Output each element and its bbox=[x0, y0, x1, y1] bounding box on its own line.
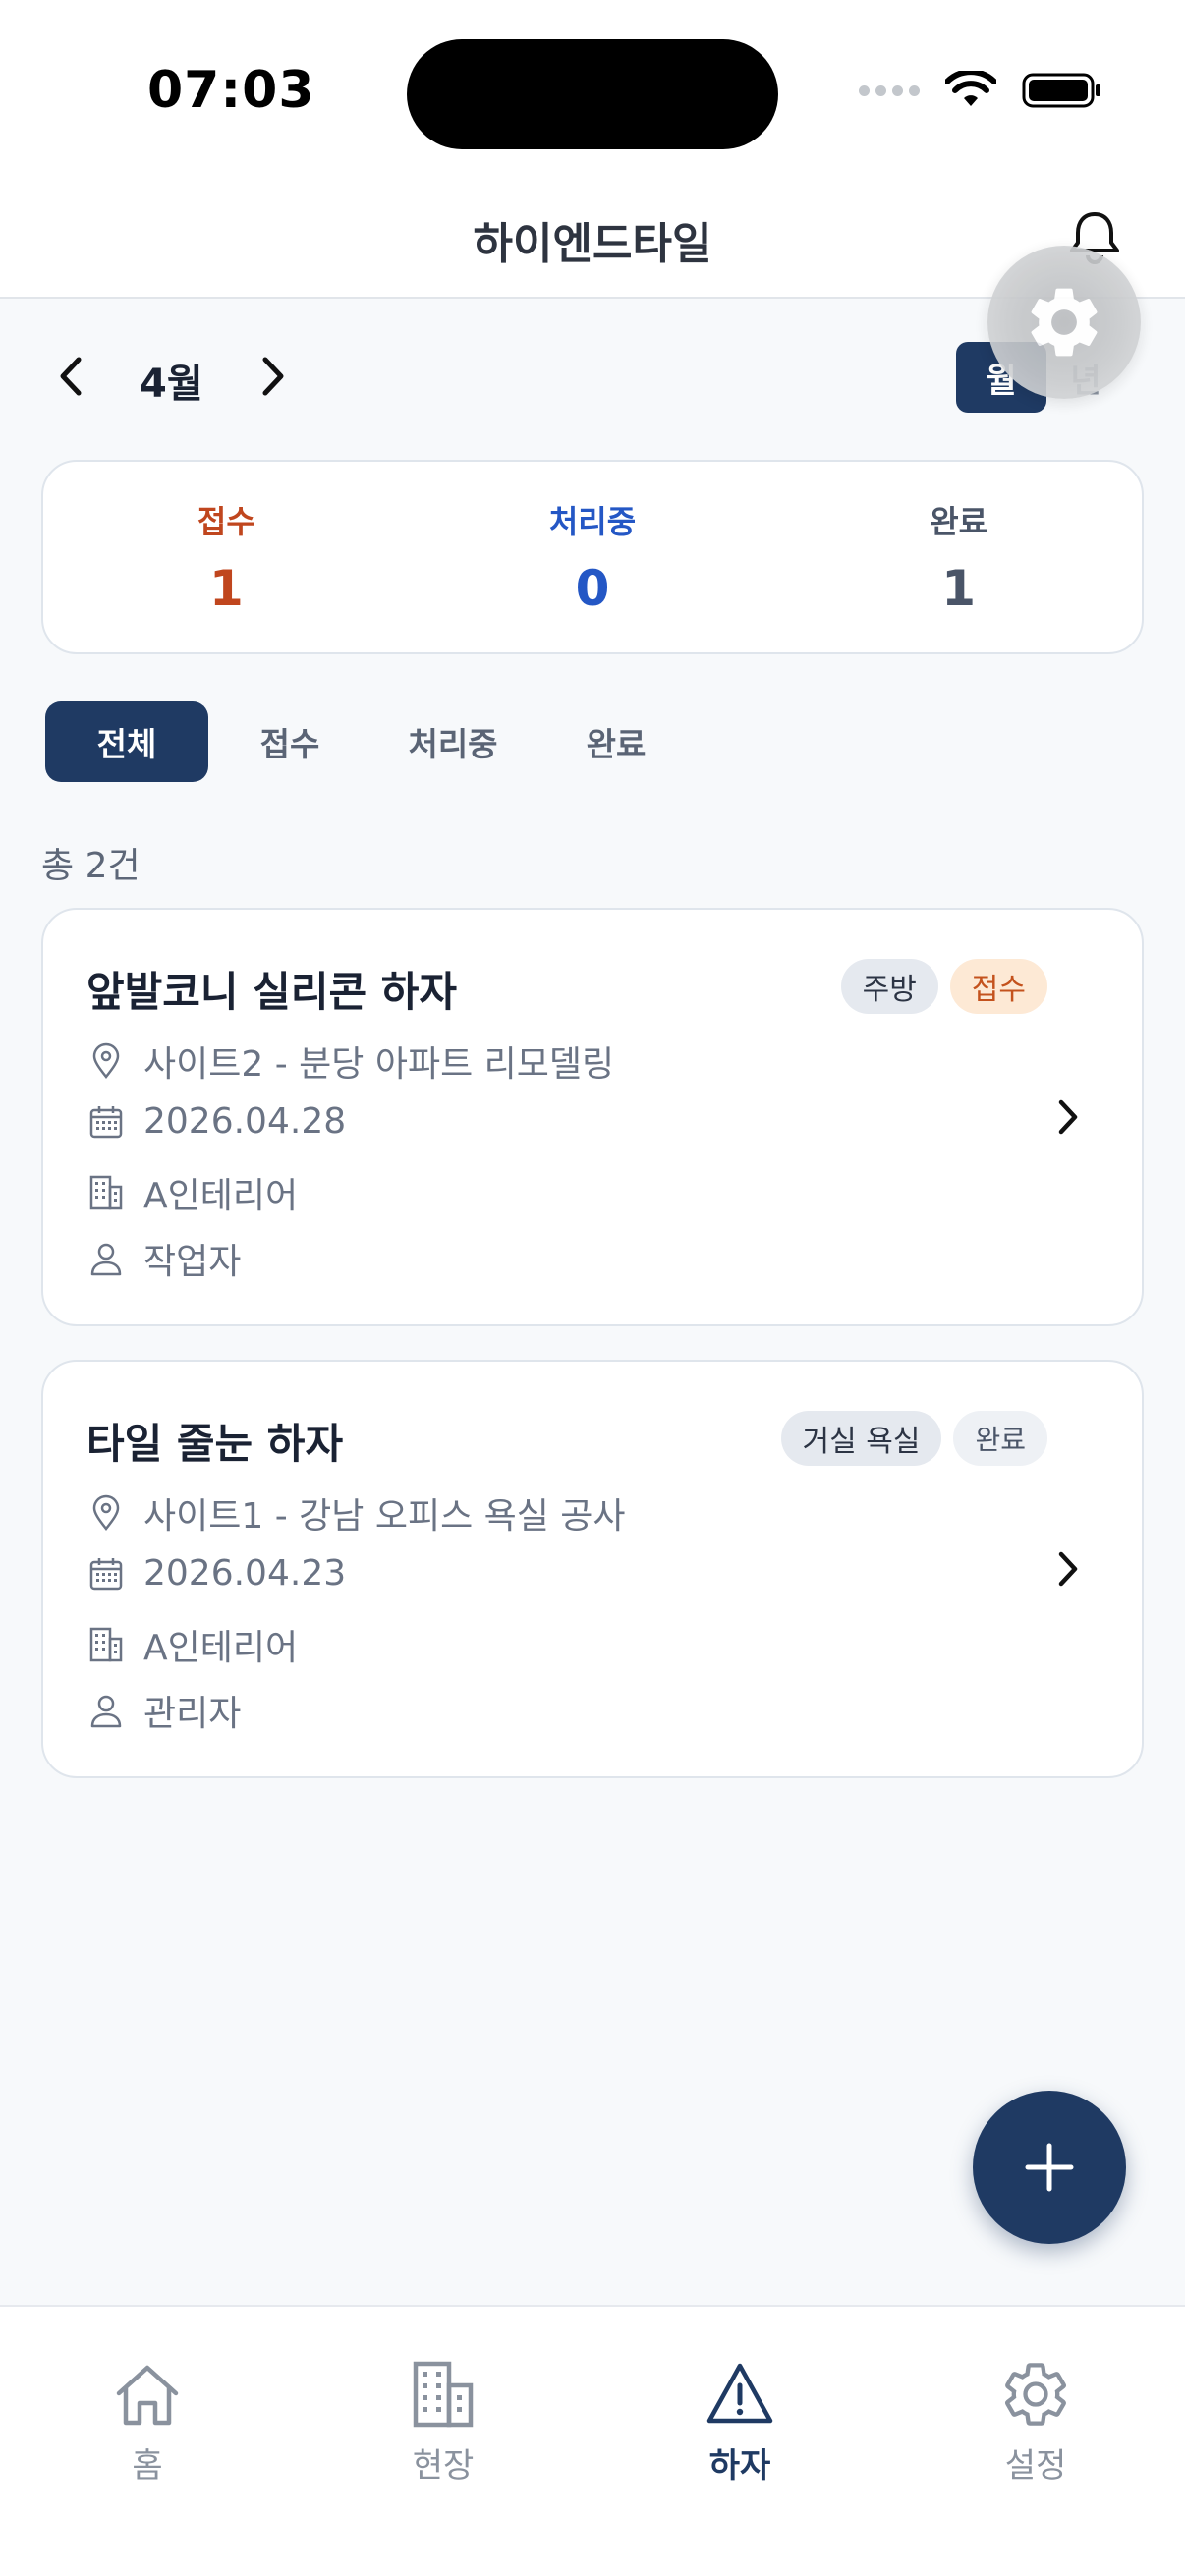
chevron-right-icon bbox=[1058, 1099, 1078, 1135]
defect-title: 앞발코니 실리콘 하자 bbox=[86, 968, 458, 1016]
summary-label: 완료 bbox=[930, 503, 988, 540]
defect-card[interactable]: 타일 줄눈 하자 거실 욕실 완료 사이트1 - 강남 오피스 욕실 공사 20… bbox=[41, 1360, 1144, 1778]
summary-done: 완료 1 bbox=[775, 462, 1142, 652]
defect-date: 2026.04.28 bbox=[143, 1101, 347, 1142]
status-bar: 07:03 bbox=[0, 0, 1185, 177]
defect-person: 관리자 bbox=[143, 1694, 242, 1734]
defect-person-row: 작업자 bbox=[86, 1233, 241, 1284]
status-summary-card: 접수 1 처리중 0 완료 1 bbox=[41, 460, 1144, 654]
gear-icon bbox=[1031, 288, 1098, 357]
tab-received[interactable]: 접수 bbox=[208, 701, 371, 782]
plus-icon bbox=[1025, 2143, 1074, 2192]
summary-label: 처리중 bbox=[548, 503, 637, 540]
nav-item-defects[interactable]: 하자 bbox=[661, 2358, 818, 2487]
user-icon bbox=[90, 1243, 122, 1276]
defect-company: A인테리어 bbox=[143, 1176, 299, 1216]
home-icon bbox=[116, 2365, 179, 2426]
defect-company: A인테리어 bbox=[143, 1628, 299, 1668]
wifi-icon bbox=[945, 71, 996, 106]
defect-person-row: 관리자 bbox=[86, 1685, 241, 1736]
defect-card[interactable]: 앞발코니 실리콘 하자 주방 접수 사이트2 - 분당 아파트 리모델링 202… bbox=[41, 908, 1144, 1326]
calendar-icon bbox=[89, 1105, 123, 1138]
summary-label: 접수 bbox=[197, 503, 255, 540]
tab-done[interactable]: 완료 bbox=[535, 701, 698, 782]
location-pin-icon bbox=[92, 1042, 120, 1080]
nav-item-settings[interactable]: 설정 bbox=[957, 2358, 1114, 2487]
warning-icon bbox=[706, 2363, 773, 2424]
defect-site: 사이트2 - 분당 아파트 리모델링 bbox=[143, 1044, 615, 1085]
status-badge: 접수 bbox=[949, 959, 1047, 1014]
gear-icon bbox=[1005, 2363, 1066, 2426]
status-icons bbox=[859, 71, 1102, 110]
battery-icon bbox=[1022, 73, 1100, 108]
dynamic-island bbox=[407, 39, 778, 149]
building-icon bbox=[89, 1627, 123, 1662]
tab-all[interactable]: 전체 bbox=[45, 701, 208, 782]
screen: 07:03 하이엔드타일 4월 월 접수 1 처리중 0 완료 1 전체 접수 … bbox=[0, 0, 1185, 2576]
location-pin-icon bbox=[92, 1494, 120, 1532]
defect-badges: 주방 접수 bbox=[840, 959, 1047, 1014]
nav-label: 현장 bbox=[412, 2446, 475, 2486]
defect-date-row: 2026.04.28 bbox=[86, 1101, 346, 1142]
summary-value: 1 bbox=[941, 560, 977, 617]
cellular-signal-icon bbox=[859, 84, 920, 96]
prev-month-button[interactable] bbox=[47, 352, 96, 401]
defect-badges: 거실 욕실 완료 bbox=[780, 1411, 1047, 1466]
status-badge: 완료 bbox=[953, 1411, 1047, 1466]
defect-date: 2026.04.23 bbox=[143, 1553, 347, 1594]
defect-person: 작업자 bbox=[143, 1242, 242, 1282]
defect-title: 타일 줄눈 하자 bbox=[86, 1420, 344, 1468]
bottom-nav: 홈 현장 하자 설정 bbox=[0, 2305, 1185, 2576]
defect-company-row: A인테리어 bbox=[86, 1619, 298, 1670]
defect-date-row: 2026.04.23 bbox=[86, 1553, 346, 1594]
defect-site-row: 사이트1 - 강남 오피스 욕실 공사 bbox=[86, 1487, 626, 1539]
calendar-icon bbox=[89, 1557, 123, 1590]
app-title: 하이엔드타일 bbox=[473, 219, 712, 269]
add-defect-button[interactable] bbox=[973, 2091, 1126, 2244]
month-label: 4월 bbox=[140, 362, 203, 407]
next-month-button[interactable] bbox=[248, 352, 297, 401]
defect-site: 사이트1 - 강남 오피스 욕실 공사 bbox=[143, 1496, 626, 1537]
summary-value: 1 bbox=[208, 560, 244, 617]
defect-site-row: 사이트2 - 분당 아파트 리모델링 bbox=[86, 1036, 614, 1087]
filter-tabs: 전체 접수 처리중 완료 bbox=[45, 701, 698, 782]
tab-processing[interactable]: 처리중 bbox=[371, 701, 535, 782]
location-badge: 거실 욕실 bbox=[780, 1411, 942, 1466]
building-icon bbox=[413, 2361, 474, 2428]
location-badge: 주방 bbox=[840, 959, 938, 1014]
nav-label: 하자 bbox=[708, 2446, 771, 2486]
nav-item-home[interactable]: 홈 bbox=[69, 2358, 226, 2487]
total-count: 총 2건 bbox=[41, 846, 141, 886]
nav-label: 설정 bbox=[1004, 2446, 1067, 2486]
summary-processing: 처리중 0 bbox=[410, 462, 776, 652]
chevron-right-icon bbox=[1058, 1551, 1078, 1587]
summary-value: 0 bbox=[575, 560, 610, 617]
summary-received: 접수 1 bbox=[43, 462, 410, 652]
building-icon bbox=[89, 1175, 123, 1210]
user-icon bbox=[90, 1695, 122, 1728]
defect-company-row: A인테리어 bbox=[86, 1167, 298, 1218]
nav-item-sites[interactable]: 현장 bbox=[365, 2358, 522, 2487]
status-time: 07:03 bbox=[147, 61, 315, 120]
floating-settings-button[interactable] bbox=[988, 246, 1141, 399]
nav-label: 홈 bbox=[132, 2446, 163, 2486]
